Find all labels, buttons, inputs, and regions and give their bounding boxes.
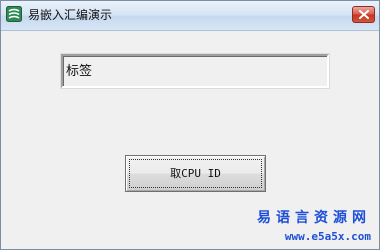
watermark: 易语言资源网 www.e5a5x.com [257,210,371,243]
app-logo-icon [6,6,22,22]
title-bar[interactable]: 易嵌入汇编演示 [1,1,379,31]
close-icon [359,10,369,19]
watermark-site-name: 易语言资源网 [257,210,371,226]
app-window: 易嵌入汇编演示 标签 取CPU ID 易语言资源网 www.e5a5x.com [0,0,380,250]
close-button[interactable] [352,6,375,23]
get-cpu-id-button-label: 取CPU ID [170,167,221,180]
label-text: 标签 [66,64,93,79]
get-cpu-id-button[interactable]: 取CPU ID [125,155,266,192]
window-title: 易嵌入汇编演示 [28,8,113,22]
watermark-site-url: www.e5a5x.com [284,230,371,243]
label-box: 标签 [61,54,329,88]
